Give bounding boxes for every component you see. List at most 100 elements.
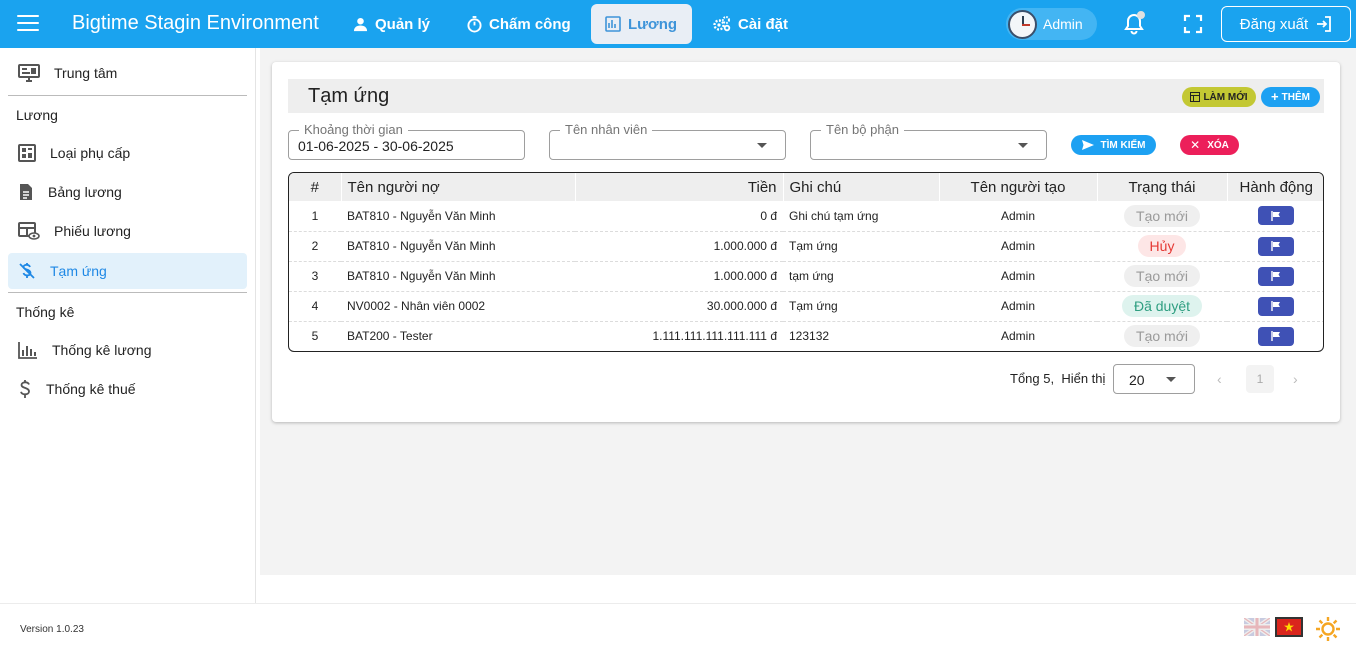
flag-icon <box>1271 301 1280 311</box>
star-icon <box>1284 622 1294 632</box>
sidebar-item-label: Tạm ứng <box>50 263 107 279</box>
footer: Version 1.0.23 <box>0 603 1356 651</box>
cell-debtor: NV0002 - Nhân viên 0002 <box>347 299 486 313</box>
notification-dot <box>1137 11 1145 19</box>
table-row[interactable]: 1 BAT810 - Nguyễn Văn Minh 0 đ Ghi chú t… <box>289 201 1323 231</box>
nav-cai-dat[interactable]: Cài đặt <box>699 4 802 44</box>
flag-icon <box>1271 210 1280 221</box>
sidebar: Trung tâm Lương Loại phụ cấp Bảng lương … <box>0 48 256 603</box>
cell-note: tạm ứng <box>789 269 834 283</box>
sidebar-item-bang-luong[interactable]: Bảng lương <box>8 174 247 210</box>
status-badge: Tạo mới <box>1124 325 1200 348</box>
cell-creator: Admin <box>1000 269 1035 283</box>
english-flag-icon[interactable] <box>1244 618 1270 636</box>
nav-quan-ly[interactable]: Quản lý <box>339 4 444 44</box>
cell-amount: 30.000.000 đ <box>706 299 777 313</box>
clear-label: XÓA <box>1207 139 1229 151</box>
cell-no: 1 <box>311 208 319 223</box>
sidebar-item-label: Trung tâm <box>54 65 118 81</box>
app-title: Bigtime Stagin Environment <box>72 12 319 34</box>
sidebar-item-label: Phiếu lương <box>54 223 131 239</box>
flag-icon <box>1271 271 1280 281</box>
date-range-field[interactable]: Khoảng thời gian 01-06-2025 - 30-06-2025 <box>288 122 525 160</box>
sidebar-section-thong-ke: Thống kê <box>16 304 75 320</box>
logout-icon <box>1317 16 1332 32</box>
nav-label: Lương <box>628 15 678 33</box>
page-size-value: 20 <box>1129 372 1145 388</box>
search-button[interactable]: TÌM KIẾM <box>1071 135 1156 155</box>
cell-debtor: BAT200 - Tester <box>347 329 433 344</box>
version-text: Version 1.0.23 <box>20 624 84 635</box>
logout-button[interactable]: Đăng xuất <box>1221 6 1351 42</box>
search-label: TÌM KIẾM <box>1100 139 1146 151</box>
sidebar-item-phieu-luong[interactable]: Phiếu lương <box>8 213 247 249</box>
monitor-icon <box>18 64 40 82</box>
sidebar-item-loai-phu-cap[interactable]: Loại phụ cấp <box>8 135 247 171</box>
cell-debtor: BAT810 - Nguyễn Văn Minh <box>347 239 496 253</box>
theme-toggle-icon[interactable] <box>1315 616 1341 642</box>
vietnamese-flag-icon[interactable] <box>1275 617 1303 637</box>
logout-label: Đăng xuất <box>1239 15 1309 33</box>
chevron-down-icon <box>1018 143 1028 148</box>
cell-note: Ghi chú tạm ứng <box>789 208 879 223</box>
sidebar-item-tam-ung[interactable]: Tạm ứng <box>8 253 247 289</box>
sidebar-item-label: Thống kê lương <box>52 342 152 358</box>
menu-icon[interactable] <box>17 15 39 33</box>
avatar-clock-icon <box>1008 9 1037 39</box>
department-select[interactable]: Tên bộ phận <box>810 122 1047 160</box>
nav-cham-cong[interactable]: Chấm công <box>453 4 585 44</box>
status-badge: Tạo mới <box>1124 204 1200 227</box>
sidebar-item-label: Bảng lương <box>48 184 122 200</box>
fullscreen-icon[interactable] <box>1183 14 1203 34</box>
col-header-no: # <box>289 173 342 201</box>
send-icon <box>1081 140 1094 150</box>
table-row[interactable]: 5 BAT200 - Tester 1.111.111.111.111.111 … <box>289 321 1323 351</box>
department-label: Tên bộ phận <box>821 122 905 137</box>
row-action-button[interactable] <box>1258 296 1294 316</box>
sidebar-item-thong-ke-luong[interactable]: Thống kê lương <box>8 332 247 368</box>
cell-amount: 0 đ <box>760 208 777 223</box>
user-menu[interactable]: Admin <box>1006 8 1097 40</box>
cell-debtor: BAT810 - Nguyễn Văn Minh <box>347 208 496 223</box>
status-badge: Tạo mới <box>1124 265 1200 287</box>
row-action-button[interactable] <box>1258 326 1294 346</box>
clear-button[interactable]: ✕ XÓA <box>1180 135 1239 155</box>
cell-debtor: BAT810 - Nguyễn Văn Minh <box>347 269 496 283</box>
money-off-icon <box>19 263 35 279</box>
nav-label: Chấm công <box>489 15 571 33</box>
table-row[interactable]: 2 BAT810 - Nguyễn Văn Minh 1.000.000 đ T… <box>289 231 1323 261</box>
cell-note: Tạm ứng <box>789 239 838 253</box>
date-range-value: 01-06-2025 - 30-06-2025 <box>298 138 454 154</box>
sidebar-divider <box>8 292 247 293</box>
flag-icon <box>1271 331 1280 342</box>
cell-creator: Admin <box>1000 329 1035 344</box>
row-action-button[interactable] <box>1258 266 1294 286</box>
cell-no: 2 <box>311 239 319 253</box>
document-icon <box>20 184 32 200</box>
sidebar-item-trung-tam[interactable]: Trung tâm <box>8 55 247 91</box>
table-row[interactable]: 3 BAT810 - Nguyễn Văn Minh 1.000.000 đ t… <box>289 261 1323 291</box>
prev-page-button[interactable]: ‹ <box>1217 371 1222 387</box>
col-header-note: Ghi chú <box>783 173 940 201</box>
row-action-button[interactable] <box>1258 206 1294 226</box>
cell-no: 3 <box>311 269 319 283</box>
add-button[interactable]: + THÊM <box>1261 87 1320 107</box>
page-number-button[interactable]: 1 <box>1246 365 1274 393</box>
page-size-label: Hiển thị <box>1061 371 1106 386</box>
employee-select[interactable]: Tên nhân viên <box>549 122 786 160</box>
nav-luong[interactable]: Lương <box>591 4 692 44</box>
sidebar-item-thong-ke-thue[interactable]: Thống kê thuế <box>8 371 247 407</box>
main-content: Tạm ứng LÀM MỚI + THÊM Khoảng thời gian … <box>260 48 1356 575</box>
cell-no: 4 <box>311 299 319 313</box>
refresh-label: LÀM MỚI <box>1203 91 1248 103</box>
page-size-select[interactable]: 20 <box>1113 364 1195 394</box>
table-row[interactable]: 4 NV0002 - Nhân viên 0002 30.000.000 đ T… <box>289 291 1323 321</box>
row-action-button[interactable] <box>1258 236 1294 256</box>
next-page-button[interactable]: › <box>1293 371 1298 387</box>
col-header-debtor: Tên người nợ <box>341 173 576 201</box>
table-header-row: # Tên người nợ Tiền Ghi chú Tên người tạ… <box>289 173 1323 201</box>
top-navbar: Bigtime Stagin Environment Quản lý Chấm … <box>0 0 1356 48</box>
cell-creator: Admin <box>1000 239 1035 253</box>
col-header-status: Trạng thái <box>1097 173 1228 201</box>
refresh-button[interactable]: LÀM MỚI <box>1182 87 1256 107</box>
